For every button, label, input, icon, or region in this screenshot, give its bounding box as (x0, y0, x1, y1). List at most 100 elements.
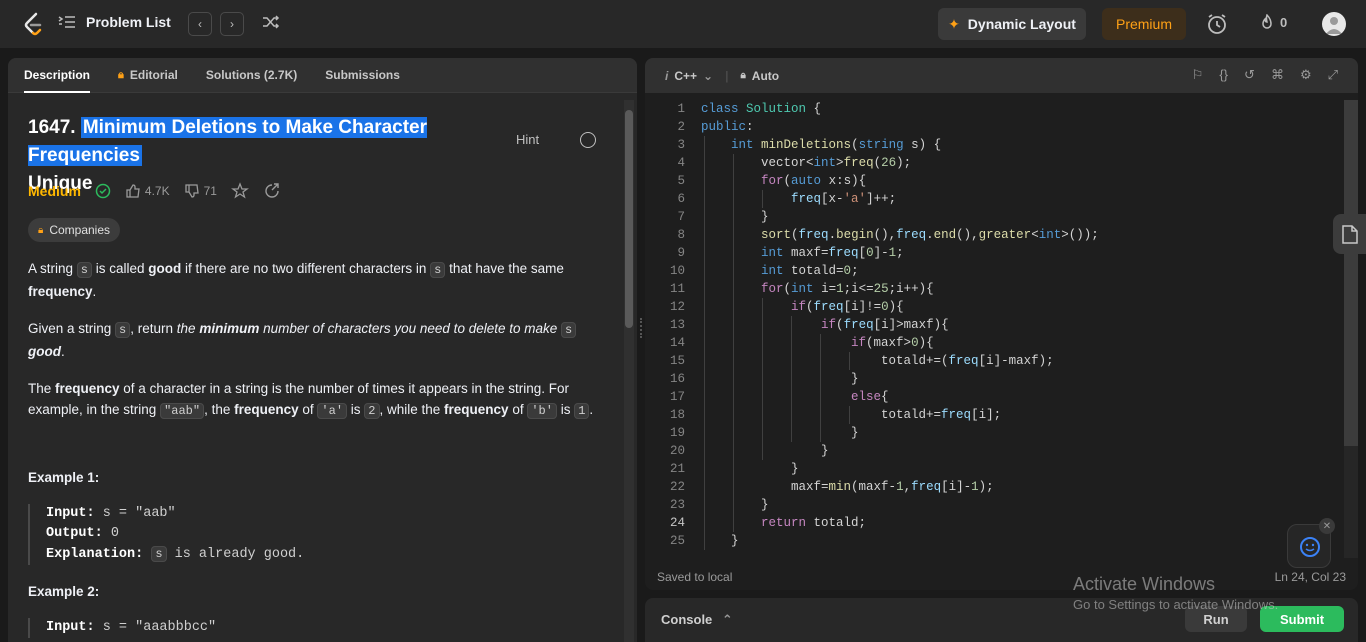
panel-resize-handle[interactable] (637, 58, 645, 642)
fire-icon (1262, 14, 1272, 29)
console-toggle[interactable]: Console ⌃ (661, 612, 733, 628)
code-line: for(int i=1;i<=25;i++){ (761, 282, 934, 296)
output-label: Output: (46, 526, 103, 541)
prev-problem-button[interactable]: ‹ (188, 12, 212, 36)
code-line: class Solution { (701, 102, 822, 116)
text: is (347, 402, 365, 417)
line-number: 25 (669, 534, 685, 548)
auto-mode-toggle[interactable]: 🔒︎ Auto (740, 69, 779, 83)
code-line: totald+=freq[i]; (701, 408, 1002, 422)
file-icon (1342, 225, 1358, 244)
scrollbar-thumb[interactable] (1344, 100, 1358, 446)
language-select[interactable]: C++ ⌄ (674, 69, 713, 83)
problem-title-selected: Minimum Deletions to Make Character Freq… (28, 117, 428, 166)
list-icon (58, 16, 75, 28)
thumbs-down-icon (184, 184, 199, 198)
chevron-down-icon: ⌄ (703, 68, 714, 83)
line-number: 14 (669, 336, 685, 350)
dislike-button[interactable]: 71 (184, 183, 217, 199)
code-line: return totald; (761, 516, 867, 530)
scrollbar-thumb[interactable] (625, 110, 633, 328)
streak-count: 0 (1280, 14, 1288, 30)
line-number: 10 (669, 264, 685, 278)
leetcode-logo-icon[interactable] (22, 12, 44, 36)
text: , while the (379, 402, 445, 417)
bold-italic-text: minimum (199, 321, 260, 336)
text: if there are no two different characters… (181, 261, 431, 276)
inline-code: s (430, 262, 446, 278)
text: of (298, 402, 318, 417)
submit-label: Submit (1279, 611, 1325, 627)
output-value: 0 (110, 526, 119, 541)
description-paragraph-1: A string s is called good if there are n… (28, 258, 608, 302)
premium-button[interactable]: Premium (1102, 8, 1186, 40)
reset-icon[interactable]: ↺ (1244, 67, 1255, 83)
code-line: } (701, 462, 799, 476)
bold-text: frequency (234, 402, 299, 417)
more-options-icon[interactable] (580, 132, 596, 148)
bold-text: frequency (444, 402, 509, 417)
thumbs-up-icon (126, 184, 140, 198)
streak-counter[interactable]: 0 (1260, 14, 1287, 30)
line-number: 11 (669, 282, 685, 296)
description-scrollbar[interactable] (624, 100, 634, 642)
watermark-line-1: Activate Windows (1073, 574, 1216, 594)
line-number: 17 (669, 390, 685, 404)
alarm-clock-icon[interactable] (1206, 13, 1228, 35)
bold-text: good (148, 261, 182, 276)
line-number: 3 (677, 138, 685, 152)
tab-submissions[interactable]: Submissions (325, 58, 400, 93)
bookmark-icon[interactable]: ⚐ (1192, 67, 1204, 83)
avatar[interactable] (1322, 12, 1346, 36)
text: that have the same (445, 261, 564, 276)
line-number: 2 (677, 120, 685, 134)
inline-code: s (561, 322, 577, 338)
user-icon (1326, 17, 1342, 34)
text: . (61, 344, 65, 359)
command-icon[interactable]: ⌘ (1271, 67, 1284, 83)
side-notes-button[interactable] (1333, 214, 1366, 254)
italic-text: the (176, 321, 200, 336)
example-1-block: Input: s = "aab" Output: 0 Explanation: … (28, 504, 588, 565)
share-icon[interactable] (263, 182, 281, 200)
language-label: C++ (674, 68, 698, 83)
star-icon[interactable] (230, 182, 249, 200)
text: , the (204, 402, 235, 417)
settings-gear-icon[interactable]: ⚙ (1300, 67, 1312, 83)
line-number: 6 (677, 192, 685, 206)
code-editor[interactable]: 1 class Solution { 2 public: 3 int minDe… (645, 100, 1345, 560)
shuffle-icon[interactable] (262, 14, 280, 30)
tab-description[interactable]: Description (24, 58, 91, 93)
inline-code: s (151, 546, 167, 562)
next-problem-button[interactable]: › (220, 12, 244, 36)
tab-submissions-label: Submissions (325, 68, 400, 82)
problem-list-button[interactable]: Problem List (58, 14, 171, 30)
code-editor-panel: i C++ ⌄ | 🔒︎ Auto ⚐ {} ↺ ⌘ ⚙ ⤢ 1 class S… (645, 58, 1358, 590)
chevron-up-icon: ⌃ (721, 612, 733, 627)
braces-icon[interactable]: {} (1219, 67, 1228, 83)
code-line: else{ (851, 390, 889, 404)
bold-text: frequency (28, 284, 93, 299)
text: is (556, 402, 575, 417)
inline-code: 2 (364, 403, 380, 419)
code-line: if(freq[i]>maxf){ (821, 318, 949, 332)
explanation-text: is already good. (166, 547, 305, 562)
line-number: 22 (669, 480, 685, 494)
inline-code: s (115, 322, 131, 338)
chevron-left-icon: ‹ (198, 17, 202, 31)
code-line: } (701, 534, 739, 548)
hint-button[interactable]: Hint (516, 132, 539, 147)
fullscreen-icon[interactable]: ⤢ (1328, 67, 1338, 83)
tab-solutions[interactable]: Solutions (2.7K) (206, 58, 297, 93)
editor-scrollbar[interactable] (1344, 100, 1358, 558)
companies-tag[interactable]: 🔒︎ Companies (28, 218, 121, 242)
tab-editorial[interactable]: 🔒︎ Editorial (118, 58, 178, 93)
dynamic-layout-button[interactable]: ✦ Dynamic Layout (938, 8, 1086, 40)
bold-italic-text: good (28, 344, 61, 359)
code-line: } (701, 498, 769, 512)
watermark-line-2: Go to Settings to activate Windows. (1073, 597, 1279, 612)
close-chat-icon[interactable]: ✕ (1319, 518, 1335, 534)
inline-code: s (76, 262, 92, 278)
like-count: 4.7K (144, 184, 170, 198)
like-button[interactable]: 4.7K (125, 183, 170, 199)
